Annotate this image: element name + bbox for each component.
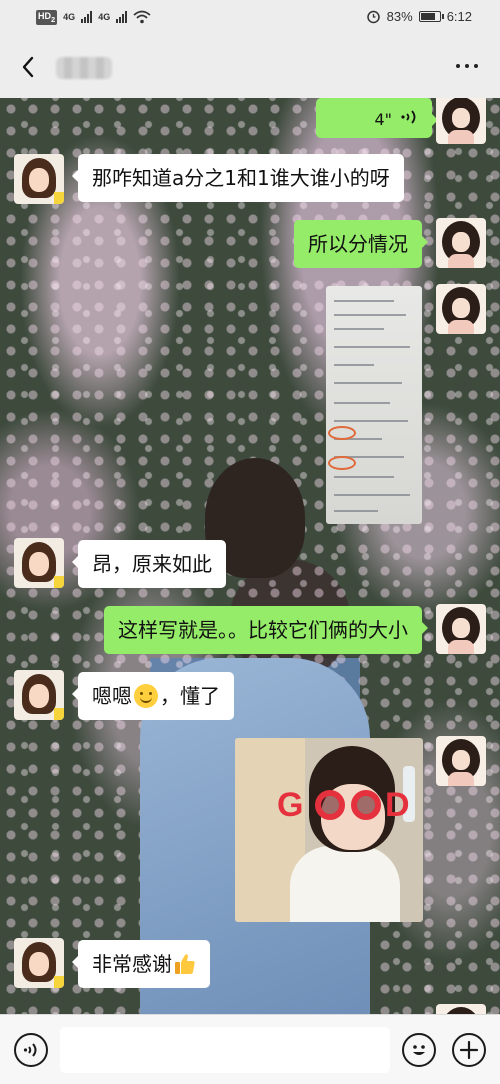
my-avatar[interactable]: [436, 736, 486, 786]
message-text: 那咋知道a分之1和1谁大谁小的呀: [92, 166, 390, 190]
sticker-text-right: D: [385, 786, 410, 824]
incoming-message-bubble[interactable]: 那咋知道a分之1和1谁大谁小的呀: [72, 154, 404, 202]
message-text: ，懂了: [160, 684, 220, 708]
voice-duration: 4": [374, 110, 392, 129]
plus-sign-icon: [459, 1040, 479, 1060]
more-dots-icon[interactable]: [456, 64, 478, 68]
message-text: 所以分情况: [308, 232, 408, 256]
chat-area[interactable]: 4" 那咋知道a分之1和1谁大谁小的呀 所以分情况 昂，原来如此 这样写就是。。…: [0, 98, 500, 1014]
signal-icon: [81, 11, 93, 24]
battery-fill: [420, 13, 435, 20]
status-bar: HD2 4G 4G 83% 6:12: [0, 0, 500, 38]
battery-percent: 83%: [386, 9, 413, 24]
emoji-icon[interactable]: [402, 1033, 436, 1067]
status-left: HD2 4G 4G: [36, 10, 151, 25]
contact-avatar[interactable]: [14, 538, 64, 588]
my-avatar[interactable]: [436, 218, 486, 268]
incoming-message-bubble[interactable]: 嗯嗯 ，懂了: [72, 672, 234, 720]
contact-avatar[interactable]: [14, 670, 64, 720]
message-text: 非常感谢: [92, 952, 172, 976]
hd-badge: HD2: [36, 10, 58, 25]
plus-icon[interactable]: [452, 1033, 486, 1067]
handwritten-notes-photo[interactable]: [326, 286, 422, 524]
chat-header: [0, 38, 500, 98]
input-bar: [0, 1014, 500, 1084]
outgoing-message-bubble[interactable]: 所以分情况: [294, 220, 428, 268]
message-input[interactable]: [60, 1027, 390, 1073]
message-text: 这样写就是。。比较它们俩的大小: [118, 618, 408, 642]
hd-label: HD: [38, 11, 51, 21]
clock: 6:12: [446, 9, 472, 24]
voice-wave-icon: [401, 110, 416, 124]
message-text: 昂，原来如此: [92, 552, 212, 576]
signal-icon: [116, 11, 128, 24]
message-text: 嗯嗯: [92, 684, 132, 708]
my-avatar[interactable]: [436, 604, 486, 654]
wifi-icon: [133, 10, 151, 24]
status-right: 83% 6:12: [366, 9, 472, 24]
battery-icon: [418, 11, 444, 22]
my-avatar[interactable]: [436, 98, 486, 144]
contact-avatar[interactable]: [14, 154, 64, 204]
smile-emoji-icon: [134, 684, 158, 708]
voice-wave-icon: [23, 1043, 37, 1057]
my-avatar[interactable]: [436, 1004, 486, 1014]
contact-name[interactable]: [56, 57, 112, 79]
good-sticker-photo[interactable]: G D: [235, 738, 423, 922]
incoming-message-bubble[interactable]: 非常感谢: [72, 940, 210, 988]
contact-avatar[interactable]: [14, 938, 64, 988]
network-label-2: 4G: [98, 12, 111, 23]
back-chevron-icon[interactable]: [14, 52, 44, 82]
sticker-text-left: G: [277, 786, 304, 824]
voice-toggle-icon[interactable]: [14, 1033, 48, 1067]
network-label-1: 4G: [63, 12, 76, 23]
voice-message-bubble[interactable]: 4": [316, 98, 438, 138]
thumbs-up-emoji-icon: [175, 954, 195, 974]
my-avatar[interactable]: [436, 284, 486, 334]
emoji-face-icon: [413, 1045, 425, 1055]
alarm-icon: [366, 10, 380, 24]
hd-sub: 2: [51, 14, 56, 24]
incoming-message-bubble[interactable]: 昂，原来如此: [72, 540, 226, 588]
outgoing-message-bubble[interactable]: 这样写就是。。比较它们俩的大小: [104, 606, 428, 654]
